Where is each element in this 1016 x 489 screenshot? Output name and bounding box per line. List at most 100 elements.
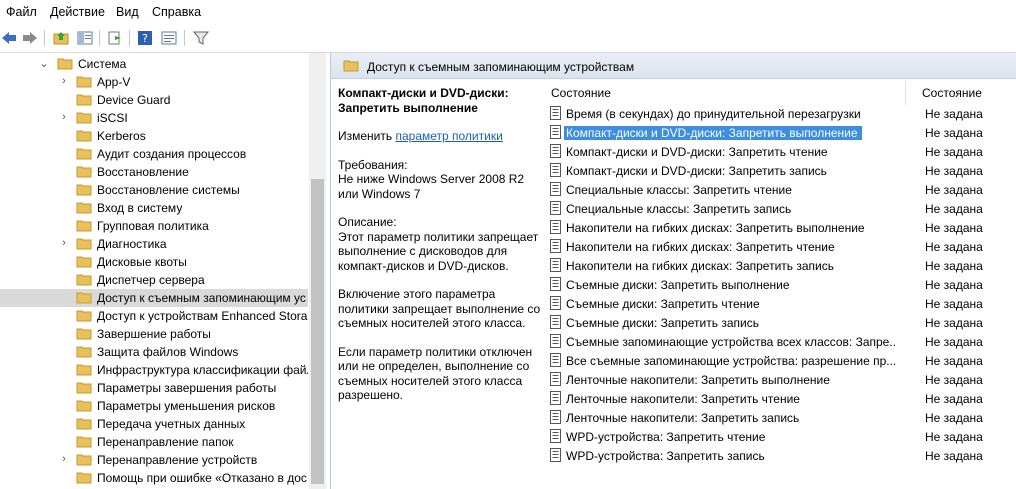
setting-row[interactable]: Специальные классы: Запретить запись Не з…: [545, 199, 1016, 218]
description-label: Описание:: [338, 215, 397, 229]
tree-item[interactable]: Помощь при ошибке «Отказано в дос: [0, 469, 308, 487]
policy-setting-icon: [550, 163, 561, 177]
description-para-disabled: Если параметр политики отключен или не о…: [338, 344, 533, 403]
setting-name: Компакт-диски и DVD-диски: Запретить чте…: [566, 145, 828, 159]
setting-row[interactable]: Ленточные накопители: Запретить чтение Не…: [545, 389, 1016, 408]
setting-name: Ленточные накопители: Запретить чтение: [566, 392, 800, 406]
setting-row[interactable]: WPD-устройства: Запретить чтение Не задан…: [545, 427, 1016, 446]
setting-state: Не задана: [925, 430, 983, 444]
folder-icon: [76, 400, 92, 412]
edit-policy-link[interactable]: параметр политики: [395, 129, 502, 143]
chevron-down-icon[interactable]: ⌄: [38, 57, 50, 70]
setting-row[interactable]: Все съемные запоминающие устройства: раз…: [545, 351, 1016, 370]
setting-row[interactable]: Съемные диски: Запретить чтение Не задана: [545, 294, 1016, 313]
setting-state: Не задана: [925, 164, 983, 178]
setting-name: Накопители на гибких дисках: Запретить ч…: [566, 240, 835, 254]
policy-setting-icon: [550, 125, 561, 139]
setting-row[interactable]: Съемные запоминающие устройства всех кла…: [545, 332, 1016, 351]
tree-item[interactable]: Завершение работы: [0, 325, 308, 343]
tree-item[interactable]: Диспетчер сервера: [0, 271, 308, 289]
tree-item[interactable]: Передача учетных данных: [0, 415, 308, 433]
setting-row[interactable]: Компакт-диски и DVD-диски: Запретить чте…: [545, 142, 1016, 161]
setting-row[interactable]: WPD-устройства: Запретить запись Не задан…: [545, 446, 1016, 465]
menu-file[interactable]: Файл: [6, 5, 37, 19]
tree-item[interactable]: Дисковые квоты: [0, 253, 308, 271]
tree-item[interactable]: Параметры уменьшения рисков: [0, 397, 308, 415]
folder-icon: [76, 292, 92, 304]
setting-row[interactable]: Специальные классы: Запретить чтение Не з…: [545, 180, 1016, 199]
help-icon[interactable]: ?: [136, 29, 154, 47]
tree-item[interactable]: Групповая политика: [0, 217, 308, 235]
folder-icon: [76, 382, 92, 394]
setting-row[interactable]: Накопители на гибких дисках: Запретить в…: [545, 218, 1016, 237]
tree-item-label: Диспетчер сервера: [97, 273, 205, 287]
policy-setting-icon: [550, 353, 561, 367]
export-list-icon[interactable]: [106, 29, 124, 47]
tree-item[interactable]: Вход в систему: [0, 199, 308, 217]
show-hide-tree-icon[interactable]: [76, 29, 94, 47]
chevron-right-icon[interactable]: ›: [58, 453, 70, 465]
setting-name: Компакт-диски и DVD-диски: Запретить зап…: [566, 164, 827, 178]
folder-icon: [343, 60, 359, 72]
tree-scrollbar[interactable]: [309, 53, 326, 489]
tree-item-label: Перенаправление папок: [97, 435, 234, 449]
tree-item-label: Диагностика: [97, 237, 167, 251]
setting-name: WPD-устройства: Запретить запись: [566, 449, 765, 463]
chevron-right-icon[interactable]: ›: [58, 237, 70, 249]
setting-row[interactable]: Накопители на гибких дисках: Запретить з…: [545, 256, 1016, 275]
column-header-state[interactable]: Состояние: [906, 78, 1016, 104]
tree-item[interactable]: Доступ к устройствам Enhanced Storag: [0, 307, 308, 325]
column-header-name[interactable]: Состояние: [545, 78, 905, 104]
tree-item[interactable]: Аудит создания процессов: [0, 145, 308, 163]
setting-name: Специальные классы: Запретить чтение: [566, 183, 792, 197]
tree-scrollbar-thumb[interactable]: [311, 179, 324, 484]
filter-icon[interactable]: [192, 29, 210, 47]
setting-name: Время (в секундах) до принудительной пер…: [566, 107, 861, 121]
tree-item[interactable]: › App-V: [0, 73, 308, 91]
up-folder-icon[interactable]: [52, 29, 70, 47]
menu-help[interactable]: Справка: [152, 5, 201, 19]
tree-item[interactable]: Доступ к съемным запоминающим ус: [0, 289, 308, 307]
setting-state: Не задана: [925, 107, 983, 121]
tree-item-system[interactable]: ⌄ Система: [0, 55, 308, 73]
forward-arrow-icon[interactable]: [21, 29, 39, 47]
setting-row[interactable]: Съемные диски: Запретить выполнение Не за…: [545, 275, 1016, 294]
chevron-right-icon[interactable]: ›: [58, 111, 70, 123]
menu-action[interactable]: Действие: [50, 5, 105, 19]
tree-item[interactable]: Восстановление системы: [0, 181, 308, 199]
tree-item[interactable]: Восстановление: [0, 163, 308, 181]
policy-setting-icon: [550, 144, 561, 158]
description-text: Этот параметр политики запрещает выполне…: [338, 229, 539, 273]
tree-item[interactable]: Перенаправление папок: [0, 433, 308, 451]
tree-item[interactable]: Параметры завершения работы: [0, 379, 308, 397]
tree-item[interactable]: Kerberos: [0, 127, 308, 145]
menu-view[interactable]: Вид: [116, 5, 139, 19]
setting-state: Не задана: [925, 316, 983, 330]
setting-row[interactable]: Накопители на гибких дисках: Запретить ч…: [545, 237, 1016, 256]
setting-state: Не задана: [925, 126, 983, 140]
setting-row[interactable]: Компакт-диски и DVD-диски: Запретить вып…: [545, 123, 1016, 142]
setting-state: Не задана: [925, 335, 983, 349]
setting-row[interactable]: Время (в секундах) до принудительной пер…: [545, 104, 1016, 123]
tree-item[interactable]: › Перенаправление устройств: [0, 451, 308, 469]
setting-state: Не задана: [925, 373, 983, 387]
chevron-right-icon[interactable]: ›: [58, 75, 70, 87]
folder-icon: [76, 274, 92, 286]
tree-item[interactable]: Защита файлов Windows: [0, 343, 308, 361]
folder-icon: [76, 112, 92, 124]
setting-row[interactable]: Ленточные накопители: Запретить выполнен…: [545, 370, 1016, 389]
setting-row[interactable]: Съемные диски: Запретить запись Не задана: [545, 313, 1016, 332]
description-pane: Компакт-диски и DVD-диски: Запретить вып…: [338, 86, 543, 403]
requirements-text: Не ниже Windows Server 2008 R2 или Windo…: [338, 172, 525, 201]
setting-state: Не задана: [925, 392, 983, 406]
folder-icon: [76, 364, 92, 376]
back-arrow-icon[interactable]: [0, 29, 18, 47]
setting-row[interactable]: Ленточные накопители: Запретить запись Не…: [545, 408, 1016, 427]
tree-item[interactable]: Инфраструктура классификации файл: [0, 361, 308, 379]
setting-row[interactable]: Компакт-диски и DVD-диски: Запретить зап…: [545, 161, 1016, 180]
tree-item[interactable]: Device Guard: [0, 91, 308, 109]
tree-item[interactable]: › Диагностика: [0, 235, 308, 253]
tree-item[interactable]: › iSCSI: [0, 109, 308, 127]
properties-icon[interactable]: [160, 29, 178, 47]
folder-icon: [76, 328, 92, 340]
